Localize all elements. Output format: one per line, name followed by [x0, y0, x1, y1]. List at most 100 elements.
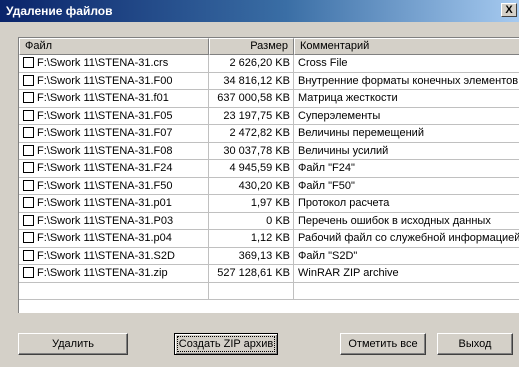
list-item[interactable]: F:\Swork 11\STENA-31.zip 527 128,61 KB Win… — [19, 265, 519, 283]
list-item[interactable]: F:\Swork 11\STENA-31.F00 34 816,12 KB Внут… — [19, 72, 519, 90]
file-name: F:\Swork 11\STENA-31.F50 — [37, 179, 173, 192]
file-comment: Файл "F24" — [294, 160, 519, 178]
empty-cell — [294, 283, 519, 300]
file-cell: F:\Swork 11\STENA-31.S2D — [19, 247, 209, 265]
file-size: 637 000,58 KB — [209, 90, 294, 108]
file-comment: Протокол расчета — [294, 195, 519, 213]
file-cell: F:\Swork 11\STENA-31.p01 — [19, 195, 209, 213]
file-name: F:\Swork 11\STENA-31.F08 — [37, 144, 173, 157]
file-comment: Суперэлементы — [294, 108, 519, 125]
file-comment: Файл "S2D" — [294, 248, 519, 265]
empty-cell — [19, 282, 209, 300]
row-checkbox[interactable] — [23, 267, 34, 278]
close-button[interactable]: X — [501, 3, 517, 17]
file-size: 2 626,20 KB — [209, 55, 294, 73]
file-size: 1,12 KB — [209, 230, 294, 248]
file-cell: F:\Swork 11\STENA-31.F00 — [19, 72, 209, 90]
file-size: 0 KB — [209, 212, 294, 230]
row-checkbox[interactable] — [23, 92, 34, 103]
file-size: 34 816,12 KB — [209, 72, 294, 90]
delete-files-dialog: Удаление файлов X Файл Размер Комментари… — [0, 0, 519, 367]
file-comment: Внутренние форматы конечных элементов — [294, 73, 519, 90]
file-size: 2 472,82 KB — [209, 125, 294, 143]
file-comment: Файл "F50" — [294, 178, 519, 195]
list-item[interactable]: F:\Swork 11\STENA-31.F07 2 472,82 KB Велич… — [19, 125, 519, 143]
file-comment: WinRAR ZIP archive — [294, 265, 519, 283]
file-cell: F:\Swork 11\STENA-31.F08 — [19, 142, 209, 160]
file-comment: Cross File — [294, 55, 519, 73]
row-checkbox[interactable] — [23, 179, 34, 191]
row-checkbox[interactable] — [23, 232, 34, 243]
file-name: F:\Swork 11\STENA-31.P03 — [37, 214, 174, 227]
list-item[interactable]: F:\Swork 11\STENA-31.F05 23 197,75 KB Супе… — [19, 107, 519, 125]
row-checkbox[interactable] — [23, 249, 34, 261]
row-checkbox[interactable] — [23, 109, 34, 121]
file-name: F:\Swork 11\STENA-31.F05 — [37, 109, 173, 122]
file-cell: F:\Swork 11\STENA-31.F24 — [19, 160, 209, 178]
file-size: 369,13 KB — [209, 247, 294, 265]
file-size: 30 037,78 KB — [209, 142, 294, 160]
column-header-file[interactable]: Файл — [19, 38, 209, 55]
list-item[interactable]: F:\Swork 11\STENA-31.f01 637 000,58 KB Мат… — [19, 90, 519, 108]
create-zip-button[interactable]: Создать ZIP архив — [174, 333, 278, 355]
row-checkbox[interactable] — [23, 197, 34, 208]
row-checkbox[interactable] — [23, 127, 34, 138]
file-comment: Матрица жесткости — [294, 90, 519, 108]
list-item[interactable]: F:\Swork 11\STENA-31.p01 1,97 KB Протокол … — [19, 195, 519, 213]
list-item[interactable]: F:\Swork 11\STENA-31.P03 0 KB Перечень оши… — [19, 212, 519, 230]
file-comment: Величины усилий — [294, 143, 519, 160]
list-item[interactable]: F:\Swork 11\STENA-31.p04 1,12 KB Рабочий ф… — [19, 230, 519, 248]
list-header: Файл Размер Комментарий — [19, 38, 519, 55]
check-all-button[interactable]: Отметить все — [340, 333, 426, 355]
file-cell: F:\Swork 11\STENA-31.P03 — [19, 212, 209, 230]
list-item[interactable]: F:\Swork 11\STENA-31.F24 4 945,59 KB Файл … — [19, 160, 519, 178]
file-size: 4 945,59 KB — [209, 160, 294, 178]
file-size: 1,97 KB — [209, 195, 294, 213]
file-cell: F:\Swork 11\STENA-31.F50 — [19, 177, 209, 195]
file-comment: Рабочий файл со служебной информацией — [294, 230, 519, 248]
file-name: F:\Swork 11\STENA-31.zip — [37, 267, 168, 279]
row-checkbox[interactable] — [23, 74, 34, 86]
title-bar: Удаление файлов X — [0, 0, 519, 22]
create-zip-button-label: Создать ZIP архив — [175, 334, 277, 354]
file-cell: F:\Swork 11\STENA-31.crs — [19, 55, 209, 73]
delete-button-label: Удалить — [52, 338, 94, 350]
file-name: F:\Swork 11\STENA-31.F24 — [37, 162, 173, 174]
empty-row — [19, 282, 519, 300]
list-item[interactable]: F:\Swork 11\STENA-31.F08 30 037,78 KB Вели… — [19, 142, 519, 160]
file-list[interactable]: Файл Размер Комментарий F:\Swork 11\STEN… — [18, 37, 519, 313]
file-cell: F:\Swork 11\STENA-31.p04 — [19, 230, 209, 248]
file-name: F:\Swork 11\STENA-31.S2D — [37, 249, 175, 262]
list-item[interactable]: F:\Swork 11\STENA-31.F50 430,20 KB Файл "F… — [19, 177, 519, 195]
file-name: F:\Swork 11\STENA-31.f01 — [37, 92, 169, 104]
file-cell: F:\Swork 11\STENA-31.F05 — [19, 107, 209, 125]
check-all-button-label: Отметить все — [348, 338, 418, 350]
delete-button[interactable]: Удалить — [18, 333, 128, 355]
file-cell: F:\Swork 11\STENA-31.F07 — [19, 125, 209, 143]
row-checkbox[interactable] — [23, 214, 34, 226]
window-title: Удаление файлов — [6, 4, 113, 18]
file-name: F:\Swork 11\STENA-31.F07 — [37, 127, 173, 139]
file-comment: Перечень ошибок в исходных данных — [294, 213, 519, 230]
exit-button-label: Выход — [458, 338, 492, 350]
row-checkbox[interactable] — [23, 57, 34, 68]
file-size: 23 197,75 KB — [209, 107, 294, 125]
list-item[interactable]: F:\Swork 11\STENA-31.crs 2 626,20 KB Cross… — [19, 55, 519, 73]
file-cell: F:\Swork 11\STENA-31.zip — [19, 265, 209, 283]
file-size: 430,20 KB — [209, 177, 294, 195]
list-item[interactable]: F:\Swork 11\STENA-31.S2D 369,13 KB Файл "S… — [19, 247, 519, 265]
file-name: F:\Swork 11\STENA-31.p01 — [37, 197, 172, 209]
file-name: F:\Swork 11\STENA-31.p04 — [37, 232, 172, 244]
column-header-size[interactable]: Размер — [209, 38, 294, 55]
column-header-comment[interactable]: Комментарий — [294, 38, 519, 55]
file-comment: Величины перемещений — [294, 125, 519, 143]
list-rows: F:\Swork 11\STENA-31.crs 2 626,20 KB Cross… — [19, 55, 519, 300]
exit-button[interactable]: Выход — [437, 333, 513, 355]
file-cell: F:\Swork 11\STENA-31.f01 — [19, 90, 209, 108]
file-name: F:\Swork 11\STENA-31.crs — [37, 57, 169, 69]
row-checkbox[interactable] — [23, 162, 34, 173]
file-name: F:\Swork 11\STENA-31.F00 — [37, 74, 173, 87]
row-checkbox[interactable] — [23, 144, 34, 156]
empty-cell — [209, 282, 294, 300]
file-size: 527 128,61 KB — [209, 265, 294, 283]
